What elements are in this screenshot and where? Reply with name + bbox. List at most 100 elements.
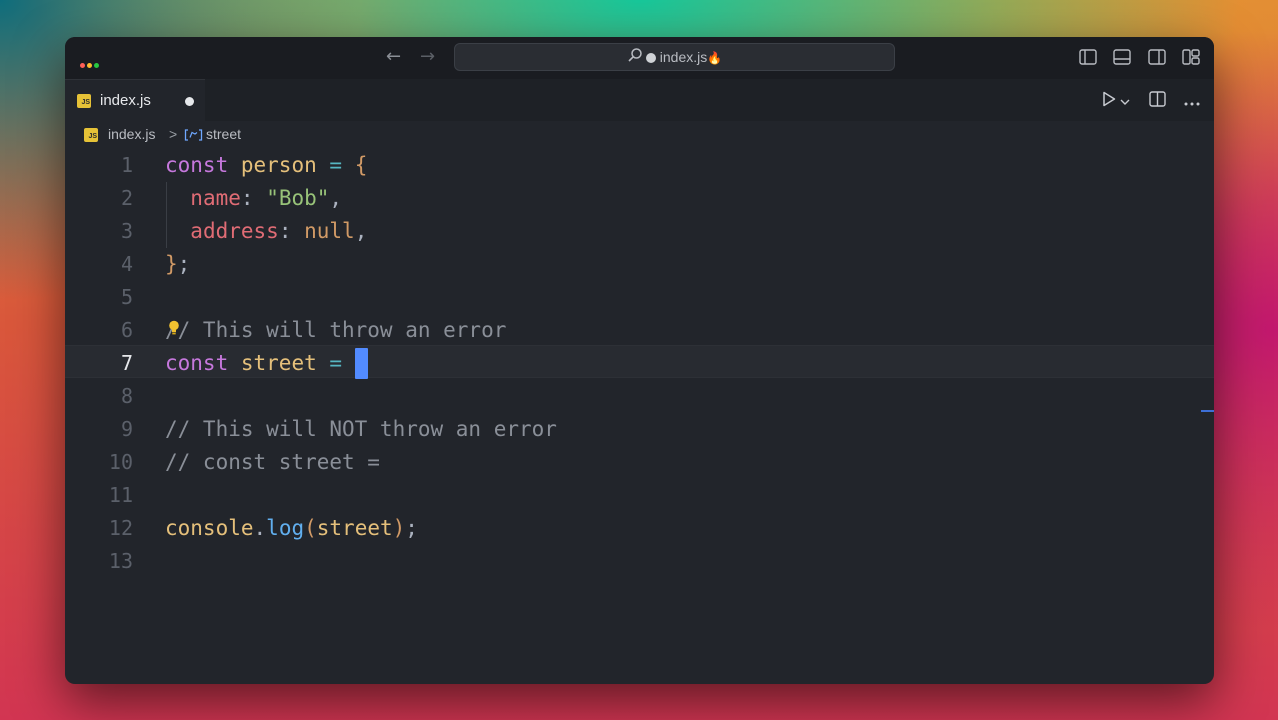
- line-number: 5: [120, 285, 133, 309]
- code-line[interactable]: 5: [65, 281, 1214, 314]
- code-text: };: [165, 248, 190, 281]
- line-number: 4: [120, 252, 133, 276]
- code-token: :: [278, 219, 292, 243]
- code-token: const: [165, 351, 229, 375]
- code-token: name: [190, 186, 241, 210]
- line-number: 13: [108, 549, 133, 573]
- text-cursor: [354, 348, 368, 379]
- code-text: const street =: [165, 347, 368, 380]
- breadcrumb: JS index.js > street: [65, 121, 1214, 149]
- code-text: // This will throw an error: [165, 314, 506, 347]
- code-line[interactable]: 6 // This will throw an error: [65, 314, 1214, 347]
- code-line[interactable]: 2 name: "Bob",: [65, 182, 1214, 215]
- code-token: // This will throw an error: [165, 318, 507, 342]
- code-editor[interactable]: 1 const person = {2 name: "Bob", 3 address…: [65, 149, 1214, 684]
- line-number: 9: [120, 417, 133, 441]
- arrow-left-icon[interactable]: ←: [386, 47, 401, 67]
- layout-controls: [1067, 49, 1200, 70]
- line-number: 2: [120, 186, 133, 210]
- line-number: 12: [108, 516, 133, 540]
- code-line[interactable]: 7 const street =: [65, 347, 1214, 380]
- code-token: .: [253, 516, 267, 540]
- code-token: log: [266, 516, 305, 540]
- play-icon[interactable]: [1102, 91, 1116, 112]
- line-number: 8: [120, 384, 133, 408]
- breadcrumb-separator: >: [169, 126, 178, 142]
- code-token: address: [190, 219, 279, 243]
- fire-icon: 🔥: [707, 51, 723, 65]
- code-line[interactable]: 4};: [65, 248, 1214, 281]
- code-line[interactable]: 8: [65, 380, 1214, 413]
- code-token: street: [316, 516, 393, 540]
- breadcrumb-symbol[interactable]: street: [206, 126, 241, 142]
- code-token: // const street =: [165, 450, 380, 474]
- code-token: // This will NOT throw an error: [165, 417, 557, 441]
- tab-index-js[interactable]: JS index.js: [65, 79, 205, 121]
- minimize-window-button[interactable]: [87, 63, 92, 68]
- code-line[interactable]: 13: [65, 545, 1214, 578]
- customize-layout-icon[interactable]: [1182, 49, 1200, 70]
- code-text: const person = {: [165, 149, 367, 182]
- editor-actions: [1094, 91, 1200, 112]
- code-token: {: [354, 153, 368, 177]
- code-text: // This will NOT throw an error: [165, 413, 557, 446]
- line-number: 3: [120, 219, 133, 243]
- code-token: "Bob": [266, 186, 330, 210]
- tab-bar: JS index.js: [65, 79, 1214, 121]
- code-token: person: [240, 153, 317, 177]
- close-window-button[interactable]: [80, 63, 85, 68]
- code-text: // const street =: [165, 446, 380, 479]
- line-number: 11: [108, 483, 133, 507]
- unsaved-dot-icon: [645, 53, 656, 64]
- editor-window: ← → index.js🔥 JS index.js JS index.js > …: [65, 37, 1214, 684]
- split-editor-icon[interactable]: [1148, 91, 1166, 112]
- code-line[interactable]: 10 // const street =: [65, 446, 1214, 479]
- js-file-icon: JS: [84, 128, 98, 142]
- code-line[interactable]: 12 console.log(street);: [65, 512, 1214, 545]
- code-text: console.log(street);: [165, 512, 418, 545]
- code-token: ,: [329, 186, 343, 210]
- toggle-secondary-sidebar-icon[interactable]: [1147, 49, 1166, 70]
- code-token: console: [165, 516, 254, 540]
- code-token: ;: [405, 516, 418, 540]
- variable-symbol-icon: [184, 128, 203, 144]
- window-title: index.js: [659, 49, 708, 65]
- line-number: 7: [120, 351, 133, 375]
- code-token: null: [304, 219, 355, 243]
- code-text: name: "Bob",: [165, 182, 342, 215]
- code-token: }: [165, 252, 178, 276]
- code-token: const: [165, 153, 229, 177]
- code-token: =: [329, 351, 343, 375]
- command-center-search[interactable]: index.js🔥: [454, 43, 895, 71]
- arrow-right-icon[interactable]: →: [420, 47, 435, 67]
- code-token: ): [392, 516, 406, 540]
- toggle-primary-sidebar-icon[interactable]: [1078, 49, 1097, 70]
- more-icon[interactable]: [1184, 93, 1200, 111]
- code-token: (: [304, 516, 317, 540]
- title-bar: ← → index.js🔥: [65, 37, 1214, 79]
- code-token: ;: [177, 252, 191, 276]
- lightbulb-icon[interactable]: [168, 320, 180, 341]
- chevron-down-icon[interactable]: [1120, 93, 1130, 111]
- code-line[interactable]: 3 address: null,: [65, 215, 1214, 248]
- breadcrumb-file[interactable]: index.js: [108, 126, 155, 142]
- code-line[interactable]: 9 // This will NOT throw an error: [65, 413, 1214, 446]
- window-controls: [80, 55, 101, 73]
- toggle-panel-icon[interactable]: [1113, 49, 1131, 70]
- tab-label: index.js: [100, 92, 151, 109]
- code-line[interactable]: 1 const person = {: [65, 149, 1214, 182]
- code-token: :: [240, 186, 254, 210]
- code-line[interactable]: 11: [65, 479, 1214, 512]
- js-file-icon: JS: [77, 94, 91, 108]
- zoom-window-button[interactable]: [94, 63, 99, 68]
- unsaved-changes-dot[interactable]: [185, 97, 194, 106]
